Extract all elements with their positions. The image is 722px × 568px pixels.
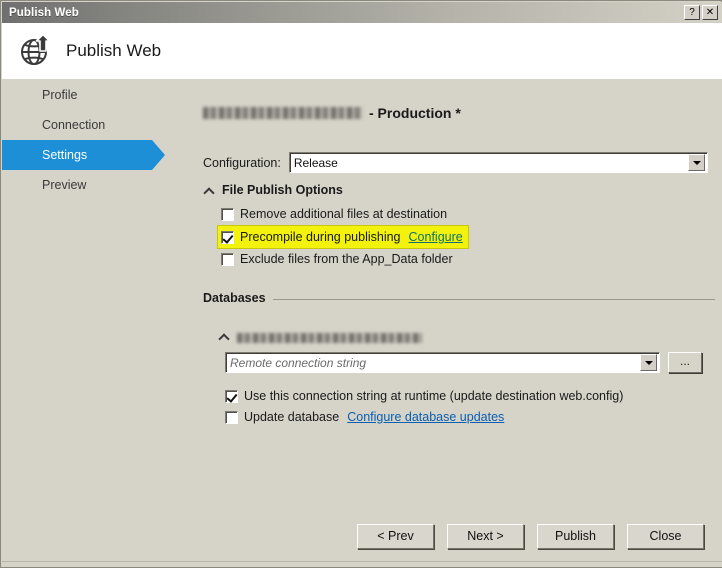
titlebar: Publish Web ? ✕	[2, 2, 722, 23]
checkbox[interactable]	[225, 410, 238, 424]
option-precompile-during-publishing[interactable]: Precompile during publishing Configure	[217, 225, 469, 249]
redacted-app-name	[203, 107, 363, 119]
dialog-bottom-strip	[2, 561, 722, 566]
sidebar-item-label: Settings	[42, 148, 88, 162]
dialog-footer: < Prev Next > Publish Close	[2, 524, 722, 549]
option-remove-additional-files[interactable]: Remove additional files at destination	[221, 205, 447, 223]
option-label: Update database	[244, 410, 340, 424]
sidebar-item-label: Profile	[42, 88, 78, 102]
chevron-down-icon[interactable]	[640, 354, 657, 371]
checkbox[interactable]	[221, 230, 234, 244]
group-divider	[272, 298, 715, 300]
database-entry-header[interactable]	[218, 330, 422, 343]
close-button[interactable]: Close	[627, 524, 704, 549]
profile-title: - Production *	[203, 105, 461, 121]
chevron-up-icon	[203, 184, 216, 197]
option-label: Use this connection string at runtime (u…	[244, 389, 624, 403]
settings-panel: - Production * Configuration: Release Fi…	[196, 80, 722, 567]
databases-group-header: Databases	[203, 291, 715, 305]
sidebar-item-profile[interactable]: Profile	[2, 80, 196, 110]
sidebar-item-label: Connection	[42, 118, 106, 132]
help-button[interactable]: ?	[684, 5, 700, 20]
connection-string-row: Remote connection string ...	[225, 352, 702, 373]
close-icon[interactable]: ✕	[702, 5, 718, 20]
chevron-down-icon[interactable]	[688, 154, 705, 171]
publish-button[interactable]: Publish	[537, 524, 614, 549]
connection-string-select[interactable]: Remote connection string	[225, 352, 660, 373]
sidebar: Profile Connection Settings Preview	[2, 80, 196, 567]
configure-precompile-link[interactable]: Configure	[409, 230, 463, 244]
databases-label: Databases	[203, 291, 266, 305]
checkbox[interactable]	[221, 252, 234, 266]
option-label: Remove additional files at destination	[240, 207, 448, 221]
browse-connection-string-button[interactable]: ...	[668, 352, 702, 373]
option-update-database[interactable]: Update database Configure database updat…	[225, 408, 504, 426]
dialog-body: Profile Connection Settings Preview - Pr…	[2, 80, 722, 567]
titlebar-buttons: ? ✕	[684, 5, 718, 20]
configuration-select[interactable]: Release	[288, 152, 708, 173]
window-title: Publish Web	[9, 6, 79, 19]
profile-title-suffix: - Production *	[369, 105, 461, 121]
option-label: Precompile during publishing	[240, 230, 401, 244]
option-exclude-app-data[interactable]: Exclude files from the App_Data folder	[221, 250, 453, 268]
chevron-up-icon	[218, 330, 231, 343]
sidebar-item-settings[interactable]: Settings	[2, 140, 165, 170]
file-publish-options-label: File Publish Options	[222, 183, 343, 197]
publish-web-dialog: Publish Web ? ✕ Publish Web Profile Conn…	[0, 0, 722, 568]
option-use-connection-string-at-runtime[interactable]: Use this connection string at runtime (u…	[225, 387, 623, 405]
prev-button[interactable]: < Prev	[357, 524, 434, 549]
file-publish-options-header[interactable]: File Publish Options	[203, 183, 343, 197]
option-label: Exclude files from the App_Data folder	[240, 252, 453, 266]
redacted-database-name	[237, 332, 422, 343]
connection-string-placeholder: Remote connection string	[230, 355, 367, 370]
configuration-row: Configuration: Release	[203, 152, 708, 173]
sidebar-item-connection[interactable]: Connection	[2, 110, 196, 140]
sidebar-item-preview[interactable]: Preview	[2, 170, 196, 200]
sidebar-item-label: Preview	[42, 178, 87, 192]
configuration-value: Release	[293, 155, 338, 170]
configuration-label: Configuration:	[203, 155, 281, 170]
dialog-header: Publish Web	[2, 23, 722, 80]
checkbox[interactable]	[225, 389, 238, 403]
configure-database-updates-link[interactable]: Configure database updates	[347, 410, 504, 424]
next-button[interactable]: Next >	[447, 524, 524, 549]
page-title: Publish Web	[66, 41, 162, 60]
globe-publish-icon	[21, 33, 51, 65]
checkbox[interactable]	[221, 207, 234, 221]
